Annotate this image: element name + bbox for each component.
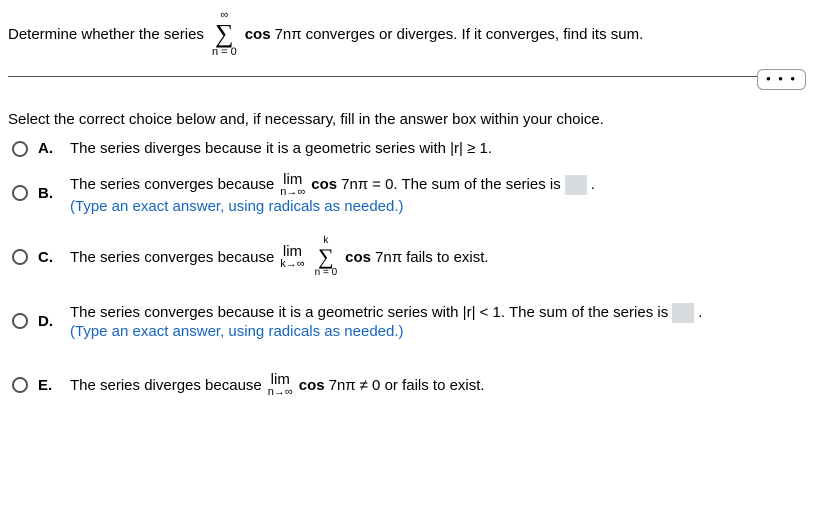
label-d: D. (38, 313, 60, 330)
choice-b-content: The series converges because lim n→∞ cos… (70, 172, 806, 215)
limit-c: lim k→∞ (280, 244, 304, 270)
choice-a-text: The series diverges because it is a geom… (70, 140, 806, 157)
choice-e-content: The series diverges because lim n→∞ cos … (70, 372, 806, 398)
answer-box-d[interactable] (672, 303, 694, 323)
radio-b[interactable] (12, 185, 28, 201)
choice-a: A. The series diverges because it is a g… (8, 140, 806, 157)
divider (8, 76, 806, 77)
choice-c: C. The series converges because lim k→∞ … (8, 229, 806, 285)
question-prompt: Determine whether the series ∞ ∑ n = 0 c… (8, 10, 806, 58)
sigma-c: k ∑ n = 0 (315, 236, 338, 278)
label-b: B. (38, 185, 60, 202)
hint-b: (Type an exact answer, using radicals as… (70, 198, 806, 215)
term-arg: 7nπ (275, 26, 302, 43)
choice-b: B. The series converges because lim n→∞ … (8, 165, 806, 221)
choice-d: D. The series converges because it is a … (8, 293, 806, 349)
more-button[interactable]: • • • (757, 69, 806, 90)
radio-e[interactable] (12, 377, 28, 393)
choice-d-content: The series converges because it is a geo… (70, 303, 806, 340)
label-c: C. (38, 249, 60, 266)
limit-b: lim n→∞ (280, 172, 305, 198)
choice-c-content: The series converges because lim k→∞ k ∑… (70, 236, 806, 278)
sigma-notation: ∞ ∑ n = 0 (212, 10, 237, 58)
radio-c[interactable] (12, 249, 28, 265)
instructions: Select the correct choice below and, if … (8, 111, 806, 128)
hint-d: (Type an exact answer, using radicals as… (70, 323, 806, 340)
limit-e: lim n→∞ (268, 372, 293, 398)
radio-d[interactable] (12, 313, 28, 329)
prompt-pre: Determine whether the series (8, 26, 204, 43)
answer-box-b[interactable] (565, 175, 587, 195)
radio-a[interactable] (12, 141, 28, 157)
label-e: E. (38, 377, 60, 394)
term-cos: cos (245, 26, 271, 43)
label-a: A. (38, 140, 60, 157)
choice-e: E. The series diverges because lim n→∞ c… (8, 357, 806, 413)
prompt-post: converges or diverges. If it converges, … (306, 26, 644, 43)
